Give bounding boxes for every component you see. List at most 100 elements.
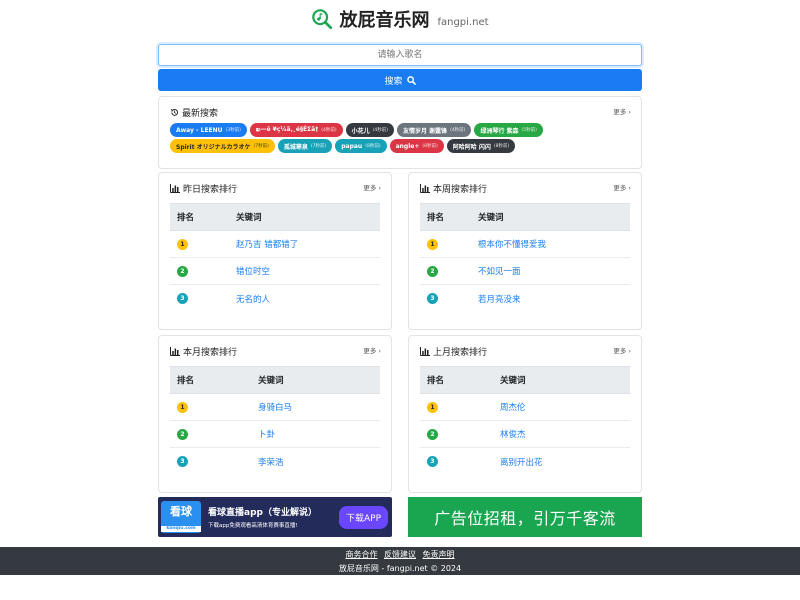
recent-search-tag[interactable]: ఖ—ë ¥ç¼ã‚¸é§ÉΣã† (4秒前) (249, 123, 343, 137)
rank-badge: 1 (427, 238, 438, 250)
recent-search-tag[interactable]: Spirit オリジナルカラオケ (7秒前) (170, 139, 275, 153)
keyword-col-header: 关键词 (500, 376, 526, 386)
month-rank-card: 本月搜索排行 更多 › 排名 关键词 1 身骑白马 2 卜卦 3 李荣浩 (158, 335, 392, 493)
rank-keyword-link[interactable]: 不如见一面 (478, 265, 521, 277)
tag-text: ఖ—ë ¥ç¼ã‚¸é§ÉΣã† (255, 126, 319, 133)
rank-badge: 1 (177, 238, 188, 250)
ad-rent-text: 广告位招租，引万千客流 (434, 509, 616, 528)
rank-cell: 1 (170, 238, 228, 250)
tag-text: 阿哈阿哈 闪闪 (452, 143, 491, 151)
recent-search-tag[interactable]: 小花儿 (4秒前) (345, 123, 394, 137)
rank-col-header: 排名 (427, 376, 445, 386)
rank-badge: 3 (177, 456, 188, 467)
keyword-col-header: 关键词 (478, 213, 504, 223)
recent-search-tag[interactable]: 阿哈阿哈 闪闪 (8秒前) (446, 139, 516, 153)
recent-more-link[interactable]: 更多 › (613, 106, 631, 116)
tag-text: Away - LEENU (176, 126, 223, 134)
copyright: 放屁音乐网 - fangpi.net © 2024 (338, 564, 462, 573)
recent-search-tag[interactable]: papau (8秒前) (335, 139, 387, 153)
footer-link-business[interactable]: 商务合作 (345, 550, 377, 559)
rank-cell: 2 (420, 428, 478, 440)
recent-tags: Away - LEENU (3秒前) ఖ—ë ¥ç¼ã‚¸é§ÉΣã† (4秒前) 小花… (170, 123, 632, 153)
rank-more-link[interactable]: 更多 › (363, 345, 381, 355)
tag-time: (4秒前) (450, 128, 466, 133)
table-row: 1 根本你不懂得爱我 (420, 231, 630, 258)
table-row: 3 若月亮没来 (420, 285, 630, 312)
tag-time: (8秒前) (493, 144, 510, 149)
rank-cell: 2 (420, 265, 478, 277)
tag-text: papau (341, 142, 363, 150)
tag-text: Spirit オリジナルカラオケ (176, 143, 251, 151)
footer-link-feedback[interactable]: 反馈建议 (384, 550, 416, 559)
download-app-button[interactable]: 下载APP (338, 505, 388, 529)
rank-table-header: 排名 关键词 (420, 366, 630, 394)
rank-more-link[interactable]: 更多 › (613, 182, 631, 192)
tag-text: 友情岁月 谢霆锋 (402, 127, 448, 135)
recent-search-tag[interactable]: angle+ (8秒前) (389, 139, 444, 153)
rank-table-header: 排名 关键词 (170, 366, 380, 394)
rank-more-label: 更多 (363, 347, 377, 355)
recent-search-tag[interactable]: 孤城寒泉 (7秒前) (277, 139, 333, 153)
footer: 商务合作 反馈建议 免责声明 放屁音乐网 - fangpi.net © 2024 (0, 547, 800, 575)
tag-time: (3秒前) (225, 128, 241, 133)
rank-col-header: 排名 (177, 376, 195, 386)
rank-keyword-link[interactable]: 林俊杰 (478, 428, 526, 440)
rank-table: 排名 关键词 1 周杰伦 2 林俊杰 3 离别开出花 (420, 366, 630, 475)
table-row: 3 李荣浩 (170, 448, 380, 475)
rank-more-link[interactable]: 更多 › (363, 182, 381, 192)
table-row: 2 不如见一面 (420, 258, 630, 285)
tag-time: (5秒前) (521, 128, 537, 133)
recent-search-tag[interactable]: 绿洲琴行 紫森 (5秒前) (474, 123, 543, 137)
rank-panel-title: 本周搜索排行 (433, 185, 488, 195)
rank-cell: 1 (420, 238, 478, 250)
logo[interactable]: 放屁音乐网 fangpi.net (311, 6, 489, 32)
rank-cell: 1 (420, 401, 478, 413)
search-input[interactable] (158, 44, 642, 66)
recent-search-tag[interactable]: 友情岁月 谢霆锋 (4秒前) (396, 123, 472, 137)
tag-time: (7秒前) (310, 144, 327, 149)
tag-text: 绿洲琴行 紫森 (480, 127, 519, 135)
rank-keyword-link[interactable]: 根本你不懂得爱我 (478, 238, 546, 250)
tag-text: angle+ (395, 142, 420, 150)
rank-badge: 2 (177, 428, 188, 440)
site-header: 放屁音乐网 fangpi.net (0, 6, 800, 34)
ad-rent-banner[interactable]: 广告位招租，引万千客流 (408, 497, 642, 537)
rank-more-label: 更多 (613, 184, 627, 192)
table-row: 2 错位时空 (170, 258, 380, 285)
rank-panel-heading: 本月搜索排行 (170, 345, 237, 358)
footer-link-disclaimer[interactable]: 免责声明 (423, 550, 455, 559)
table-row: 3 无名的人 (170, 285, 380, 312)
rank-badge: 3 (427, 293, 438, 304)
recent-more-label: 更多 (613, 108, 627, 116)
rank-table: 排名 关键词 1 赵乃吉 错都错了 2 错位时空 3 无名的人 (170, 203, 380, 312)
rank-keyword-link[interactable]: 错位时空 (228, 265, 270, 277)
rank-keyword-link[interactable]: 赵乃吉 错都错了 (228, 238, 298, 250)
rank-more-link[interactable]: 更多 › (613, 345, 631, 355)
chevron-right-icon: › (628, 347, 631, 355)
rank-badge: 2 (427, 265, 438, 277)
rank-keyword-link[interactable]: 卜卦 (228, 428, 275, 440)
rank-keyword-link[interactable]: 离别开出花 (478, 456, 543, 468)
search-button[interactable]: 搜索 (158, 69, 642, 91)
rank-keyword-link[interactable]: 李荣浩 (228, 456, 284, 468)
rank-col-header: 排名 (177, 213, 195, 223)
bar-chart-icon (420, 184, 430, 193)
tag-text: 孤城寒泉 (283, 143, 308, 151)
rank-panel-title: 本月搜索排行 (183, 348, 238, 358)
rank-keyword-link[interactable]: 身骑白马 (228, 401, 292, 413)
recent-search-tag[interactable]: Away - LEENU (3秒前) (170, 123, 247, 137)
rank-keyword-link[interactable]: 若月亮没来 (478, 293, 521, 305)
rank-panel-heading: 上月搜索排行 (420, 345, 487, 358)
last-month-rank-card: 上月搜索排行 更多 › 排名 关键词 1 周杰伦 2 林俊杰 3 离别开出花 (408, 335, 642, 493)
ad-text: 看球直播app（专业解说） 下载app免费观看高清体育赛事直播! (208, 505, 317, 529)
rank-panel-title: 上月搜索排行 (433, 348, 488, 358)
rank-keyword-link[interactable]: 周杰伦 (478, 401, 526, 413)
table-row: 1 周杰伦 (420, 394, 630, 421)
rank-keyword-link[interactable]: 无名的人 (228, 293, 270, 305)
rank-badge: 3 (427, 456, 438, 467)
rank-badge: 2 (427, 428, 438, 440)
footer-links: 商务合作 反馈建议 免责声明 (0, 549, 800, 560)
yesterday-rank-card: 昨日搜索排行 更多 › 排名 关键词 1 赵乃吉 错都错了 2 错位时空 3 无… (158, 172, 392, 330)
rank-badge: 2 (177, 265, 188, 277)
ad-kanqiu-banner[interactable]: 看球 kanqiu.com 看球直播app（专业解说） 下载app免费观看高清体… (158, 497, 392, 537)
